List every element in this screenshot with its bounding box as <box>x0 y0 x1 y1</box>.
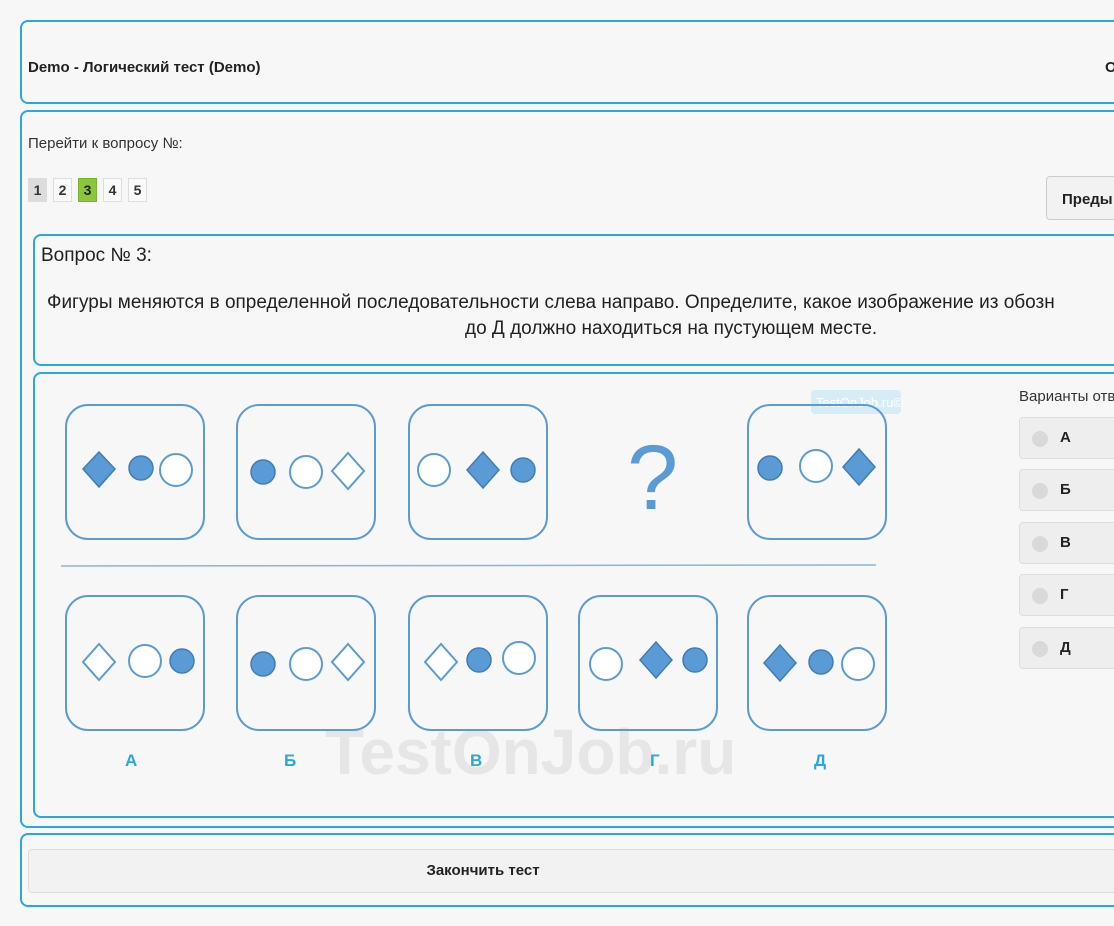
answer-option-g[interactable]: Г <box>1019 574 1114 616</box>
answer-option-v[interactable]: В <box>1019 522 1114 564</box>
question-nav-5[interactable]: 5 <box>128 178 147 202</box>
question-text-line-1: Фигуры меняются в определенной последова… <box>47 292 1055 313</box>
filled-circle <box>250 459 276 485</box>
header-right-text: О <box>1105 59 1114 76</box>
answer-option-label: А <box>1060 429 1071 446</box>
question-nav-1[interactable]: 1 <box>28 178 47 202</box>
empty-circle <box>289 455 323 489</box>
radio-button[interactable] <box>1032 536 1048 552</box>
main-panel: Перейти к вопросу №: 1 2 3 4 5 Преды Воп… <box>20 110 1114 828</box>
option-tile-v <box>408 595 548 731</box>
filled-diamond <box>841 447 877 487</box>
previous-question-button[interactable]: Преды <box>1046 176 1114 220</box>
filled-circle <box>466 647 492 673</box>
goto-question-label: Перейти к вопросу №: <box>28 135 183 152</box>
radio-button[interactable] <box>1032 483 1048 499</box>
figure-box: TestOnJob.ru TestOnJob.ru© ? А Б В Г Д В… <box>33 372 1114 818</box>
top-tile-2 <box>236 404 376 540</box>
filled-circle <box>250 651 276 677</box>
top-tile-1 <box>65 404 205 540</box>
puzzle-image: TestOnJob.ru TestOnJob.ru© ? А Б В Г Д <box>60 390 903 788</box>
question-nav-3[interactable]: 3 <box>78 178 97 202</box>
empty-diamond <box>330 451 366 491</box>
question-navigation: 1 2 3 4 5 <box>28 178 147 202</box>
option-letter-d: Д <box>814 751 826 770</box>
filled-circle <box>808 649 834 675</box>
test-title: Demo - Логический тест (Demo) <box>28 59 261 76</box>
question-box: Вопрос № 3: Фигуры меняются в определенн… <box>33 234 1114 366</box>
radio-button[interactable] <box>1032 641 1048 657</box>
filled-diamond <box>762 643 798 683</box>
option-letter-g: Г <box>650 751 660 770</box>
filled-circle <box>169 648 195 674</box>
radio-button[interactable] <box>1032 588 1048 604</box>
question-text-line-2: до Д должно находиться на пустующем мест… <box>465 318 878 339</box>
header-panel: Demo - Логический тест (Demo) О <box>20 20 1114 104</box>
option-letter-v: В <box>470 751 482 770</box>
answer-option-b[interactable]: Б <box>1019 469 1114 511</box>
question-mark: ? <box>627 427 678 529</box>
answer-option-label: Д <box>1060 639 1071 656</box>
empty-circle <box>128 644 162 678</box>
empty-circle <box>502 641 536 675</box>
filled-diamond <box>465 450 501 490</box>
filled-diamond <box>638 640 674 680</box>
empty-circle <box>289 647 323 681</box>
option-tile-a <box>65 595 205 731</box>
option-tile-b <box>236 595 376 731</box>
top-tile-3 <box>408 404 548 540</box>
footer-panel: Закончить тест <box>20 833 1114 907</box>
empty-diamond <box>423 642 459 682</box>
filled-diamond <box>81 450 117 489</box>
empty-circle <box>417 453 451 487</box>
empty-circle <box>159 453 193 487</box>
watermark-small: TestOnJob.ru© <box>816 395 903 410</box>
question-number: Вопрос № 3: <box>41 245 152 266</box>
answer-option-a[interactable]: А <box>1019 417 1114 459</box>
answer-option-label: Б <box>1060 481 1071 498</box>
separator-line <box>60 564 877 567</box>
empty-circle <box>841 647 875 681</box>
option-tile-d <box>747 595 887 731</box>
empty-diamond <box>330 642 366 682</box>
option-letter-a: А <box>125 751 137 770</box>
answers-label: Варианты отв <box>1019 388 1114 405</box>
radio-button[interactable] <box>1032 431 1048 447</box>
watermark-large: TestOnJob.ru <box>325 716 736 788</box>
question-nav-2[interactable]: 2 <box>53 178 72 202</box>
filled-circle <box>128 455 154 481</box>
answer-option-label: Г <box>1060 586 1069 603</box>
answer-option-d[interactable]: Д <box>1019 627 1114 669</box>
empty-circle <box>589 647 623 681</box>
filled-circle <box>757 455 783 481</box>
filled-circle <box>682 647 708 673</box>
question-nav-4[interactable]: 4 <box>103 178 122 202</box>
option-tile-g <box>578 595 718 731</box>
empty-diamond <box>81 642 117 682</box>
option-letter-b: Б <box>284 751 296 770</box>
finish-test-button[interactable]: Закончить тест <box>28 849 1114 893</box>
empty-circle <box>799 449 833 483</box>
answer-option-label: В <box>1060 534 1071 551</box>
filled-circle <box>510 457 536 483</box>
top-tile-5 <box>747 404 887 540</box>
question-text: Фигуры меняются в определенной последова… <box>47 290 1114 342</box>
